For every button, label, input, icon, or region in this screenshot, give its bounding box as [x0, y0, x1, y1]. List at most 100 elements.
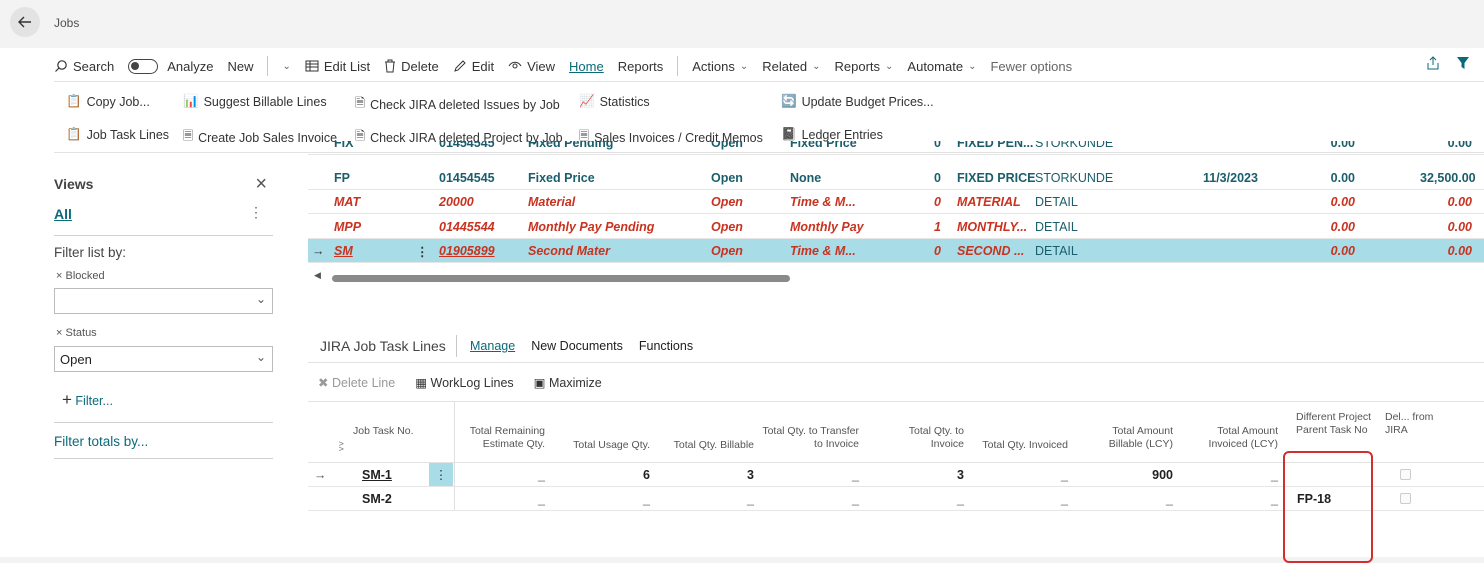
row-menu-icon[interactable]: ⋮	[429, 463, 453, 486]
copy-job-label: Copy Job...	[86, 94, 150, 109]
title-bar: Jobs	[0, 0, 1484, 48]
analyze-toggle[interactable]: Analyze	[128, 58, 213, 74]
table-row[interactable]: FIX 01454545 Fixed Pending Open Fixed Price 0…	[308, 141, 1484, 155]
filter-icon[interactable]	[1456, 56, 1470, 70]
copy-job-button[interactable]: 📋 Copy Job...	[66, 94, 150, 109]
column-header-deleted[interactable]: Del... from JIRA	[1385, 411, 1435, 437]
reports-label: Reports	[617, 58, 664, 74]
scroll-thumb[interactable]	[332, 275, 790, 282]
new-button[interactable]: New	[227, 59, 253, 74]
cell-code[interactable]: MAT	[334, 195, 360, 209]
cell-code[interactable]: FP	[334, 171, 350, 185]
table-row[interactable]: SM 01905899 Second Mater Open Time & M... 0 SE…	[308, 239, 1484, 263]
view-all[interactable]: All	[54, 206, 72, 222]
row-menu-icon[interactable]: ⋮	[416, 244, 429, 259]
maximize-button[interactable]: ▣ Maximize	[534, 375, 602, 390]
table-row[interactable]: FP 01454545 Fixed Price Open None 0 FIXED PRIC…	[308, 166, 1484, 190]
pencil-icon	[453, 60, 466, 72]
subpage-tabs: Manage New Documents Functions	[470, 339, 693, 353]
view-button[interactable]: View	[508, 59, 555, 74]
job-task-lines-button[interactable]: 📋 Job Task Lines	[66, 127, 169, 142]
job-task-lines-label: Job Task Lines	[86, 127, 170, 142]
statistics-icon: 📈	[579, 94, 595, 108]
subpage-title: JIRA Job Task Lines	[320, 338, 446, 354]
column-header-to_invoice[interactable]: Total Qty. to Invoice	[879, 425, 964, 451]
cell-price: MATERIAL	[957, 195, 1021, 209]
new-dropdown-button[interactable]: ⌄	[282, 61, 290, 72]
delete-button[interactable]: Delete	[384, 59, 439, 74]
cell-code[interactable]: MPP	[334, 220, 361, 234]
cell-no[interactable]: 01454545	[439, 171, 495, 185]
eye-icon	[508, 61, 522, 69]
blocked-filter-select[interactable]: ⌄	[54, 288, 273, 314]
cell-task[interactable]: SM-2	[362, 492, 462, 506]
chevron-down-icon: ⌄	[255, 350, 266, 364]
reports-menu[interactable]: Reports ⌄	[835, 59, 894, 74]
add-filter-button[interactable]: + Filter...	[62, 390, 113, 410]
tab-manage[interactable]: Manage	[470, 339, 515, 353]
column-header-transfer[interactable]: Total Qty. to Transfer to Invoice	[760, 425, 859, 451]
worklog-lines-button[interactable]: ▦ WorkLog Lines	[415, 375, 513, 390]
cell-no[interactable]: 01445544	[439, 220, 495, 234]
cell-cust: DETAIL	[1035, 219, 1078, 234]
status-filter-select[interactable]: Open ⌄	[54, 346, 273, 372]
scroll-left-icon[interactable]: ◀	[314, 270, 321, 281]
cell-b: 0.00	[1447, 244, 1472, 258]
cell-desc: Material	[528, 195, 576, 209]
horizontal-scrollbar[interactable]: ◀	[308, 270, 1484, 284]
cell-status: Open	[711, 219, 743, 234]
update-budget-button[interactable]: 🔄 Update Budget Prices...	[781, 94, 934, 109]
actions-menu[interactable]: Actions ⌄	[692, 59, 748, 74]
table-row[interactable]: MPP 01445544 Monthly Pay Pending Open Monthl…	[308, 215, 1484, 239]
delete-line-button[interactable]: ✖ Delete Line	[318, 375, 395, 390]
edit-list-icon	[305, 60, 319, 72]
divider	[54, 458, 273, 459]
automate-label: Automate	[907, 58, 964, 74]
cell-code[interactable]: SM	[334, 244, 353, 258]
automate-menu[interactable]: Automate ⌄	[907, 59, 976, 74]
statistics-button[interactable]: 📈 Statistics	[579, 94, 650, 109]
deleted-checkbox[interactable]	[1400, 493, 1411, 504]
column-header-invoiced[interactable]: Total Qty. Invoiced	[973, 439, 1068, 452]
tab-functions[interactable]: Functions	[639, 339, 693, 353]
cell-n: 1	[934, 219, 941, 234]
chevron-down-icon: ⌄	[255, 292, 266, 306]
tab-reports[interactable]: Reports	[618, 59, 664, 74]
sort-icon[interactable]: ˄˄	[336, 441, 346, 452]
fewer-options-button[interactable]: Fewer options	[990, 59, 1072, 74]
close-icon[interactable]: ×	[255, 174, 267, 194]
column-header-remaining[interactable]: Total Remaining Estimate Qty.	[458, 425, 545, 451]
cell-no[interactable]: 01454545	[439, 141, 495, 150]
remove-filter-icon[interactable]: ×	[56, 270, 62, 282]
search-icon	[55, 60, 67, 72]
deleted-checkbox[interactable]	[1400, 469, 1411, 480]
check-issues-button[interactable]: 🗎 Check JIRA deleted Issues by Job	[355, 94, 560, 115]
column-header-task[interactable]: Job Task No.	[353, 425, 453, 438]
tab-home[interactable]: Home	[569, 59, 604, 74]
column-header-usage[interactable]: Total Usage Qty.	[558, 439, 650, 452]
cell-no[interactable]: 20000	[439, 195, 474, 209]
column-header-amt_billable[interactable]: Total Amount Billable (LCY)	[1078, 425, 1173, 451]
filter-totals-link[interactable]: Filter totals by...	[54, 434, 148, 449]
ledger-entries-button[interactable]: 📓 Ledger Entries	[781, 127, 883, 142]
share-icon[interactable]	[1426, 56, 1440, 70]
edit-list-button[interactable]: Edit List	[305, 59, 370, 74]
back-button[interactable]	[10, 7, 40, 37]
column-header-parent[interactable]: Different Project Parent Task No	[1296, 411, 1376, 437]
suggest-billable-button[interactable]: 📊 Suggest Billable Lines	[183, 94, 327, 109]
cell-code[interactable]: FIX	[334, 141, 353, 150]
cell-no[interactable]: 01905899	[439, 244, 495, 258]
table-row[interactable]: MAT 20000 Material Open Time & M... 0 MATERIAL…	[308, 190, 1484, 214]
column-header-amt_invoiced[interactable]: Total Amount Invoiced (LCY)	[1183, 425, 1278, 451]
remove-filter-icon[interactable]: ×	[56, 327, 62, 339]
cell-a: 0.00	[1330, 141, 1355, 150]
fewer-options-label: Fewer options	[990, 58, 1073, 74]
search-button[interactable]: Search	[54, 59, 114, 74]
related-menu[interactable]: Related ⌄	[762, 59, 820, 74]
update-budget-label: Update Budget Prices...	[801, 94, 934, 109]
more-options-icon[interactable]: ⋮	[249, 204, 263, 221]
edit-button[interactable]: Edit	[453, 59, 494, 74]
tab-new-documents[interactable]: New Documents	[531, 339, 623, 353]
divider	[54, 422, 273, 423]
column-header-billable[interactable]: Total Qty. Billable	[660, 439, 754, 452]
